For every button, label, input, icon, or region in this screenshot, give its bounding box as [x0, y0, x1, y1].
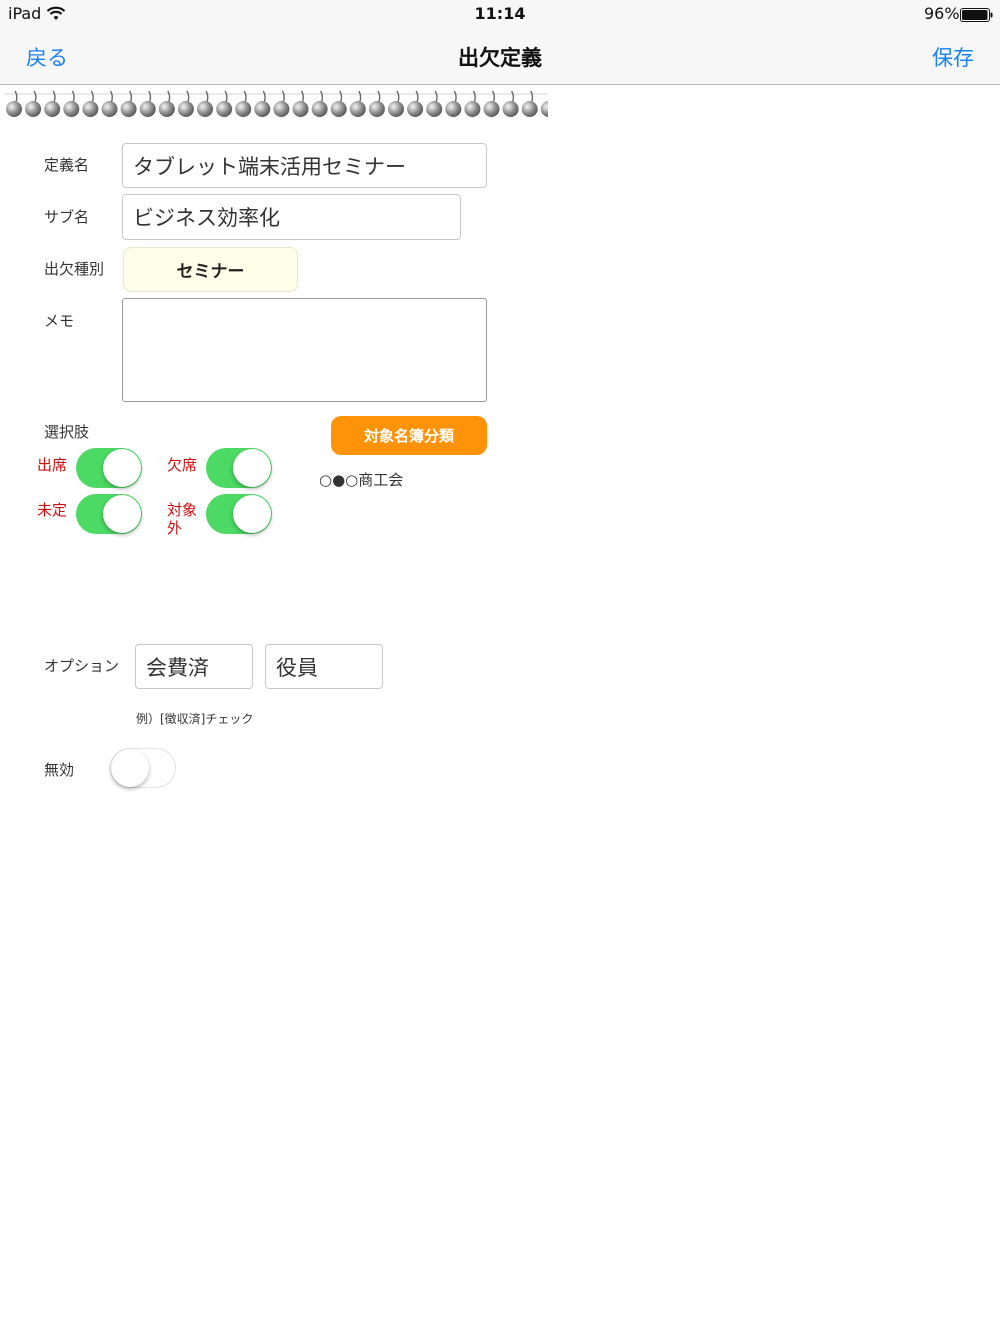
choice-label-present: 出席: [37, 456, 68, 474]
binder-rings-decoration: [4, 90, 548, 117]
disabled-label: 無効: [44, 761, 75, 779]
binder-ring: [464, 90, 481, 117]
binder-ring: [25, 90, 42, 117]
roster-category-button[interactable]: 対象名簿分類: [331, 416, 487, 455]
binder-ring: [388, 90, 404, 117]
choice-label-excluded: 対象外: [167, 501, 198, 537]
choice-label-absent: 欠席: [167, 456, 198, 474]
binder-ring: [445, 90, 462, 117]
navigation-bar: iPad 11:14 96% 戻る 出欠定義 保存: [0, 0, 1000, 85]
binder-ring: [235, 90, 252, 117]
option-input-2[interactable]: 役員: [265, 644, 383, 689]
choice-toggle-excluded[interactable]: [206, 494, 272, 534]
binder-ring: [158, 90, 175, 117]
binder-ring: [254, 90, 271, 117]
binder-ring: [197, 90, 213, 117]
binder-ring: [292, 90, 309, 117]
disabled-toggle[interactable]: [110, 748, 176, 788]
binder-ring: [521, 90, 538, 117]
roster-category-value: ○●○商工会: [319, 471, 404, 489]
sub-name-input[interactable]: ビジネス効率化: [122, 194, 461, 240]
options-label: オプション: [44, 657, 120, 675]
toggle-knob: [233, 449, 271, 487]
binder-ring: [82, 90, 99, 117]
memo-label: メモ: [44, 312, 75, 330]
toggle-knob: [111, 749, 149, 787]
attendance-type-button[interactable]: セミナー: [123, 247, 298, 292]
binder-ring: [483, 90, 500, 117]
binder-ring: [6, 90, 22, 117]
binder-ring: [120, 90, 137, 117]
save-button[interactable]: 保存: [932, 42, 974, 72]
binder-ring: [101, 90, 118, 117]
binder-ring: [139, 90, 156, 117]
binder-ring: [407, 90, 424, 117]
definition-name-label: 定義名: [44, 156, 90, 174]
choice-toggle-absent[interactable]: [206, 448, 272, 488]
memo-textarea[interactable]: [122, 298, 487, 402]
toggle-knob: [103, 495, 141, 533]
battery-icon: [960, 7, 994, 26]
binder-ring: [177, 90, 194, 117]
choices-label: 選択肢: [44, 423, 90, 441]
binder-ring: [330, 90, 347, 117]
binder-ring: [63, 90, 80, 117]
battery-percent: 96%: [924, 4, 960, 23]
binder-ring: [426, 90, 443, 117]
choice-toggle-present[interactable]: [76, 448, 142, 488]
choice-toggle-undecided[interactable]: [76, 494, 142, 534]
binder-ring: [368, 90, 385, 117]
option-input-1[interactable]: 会費済: [135, 644, 253, 689]
definition-name-input[interactable]: タブレット端末活用セミナー: [122, 143, 487, 188]
binder-ring: [349, 90, 366, 117]
choice-label-undecided: 未定: [37, 501, 68, 519]
binder-ring: [44, 90, 61, 117]
attendance-type-label: 出欠種別: [44, 260, 105, 278]
binder-ring: [216, 90, 233, 117]
status-time: 11:14: [474, 4, 526, 23]
binder-ring: [273, 90, 290, 117]
page-title: 出欠定義: [458, 46, 542, 70]
binder-ring: [311, 90, 328, 117]
sub-name-label: サブ名: [44, 208, 90, 226]
binder-ring: [540, 101, 548, 117]
toggle-knob: [103, 449, 141, 487]
options-hint: 例）[徴収済]チェック: [136, 712, 254, 726]
binder-ring: [502, 90, 519, 117]
toggle-knob: [233, 495, 271, 533]
